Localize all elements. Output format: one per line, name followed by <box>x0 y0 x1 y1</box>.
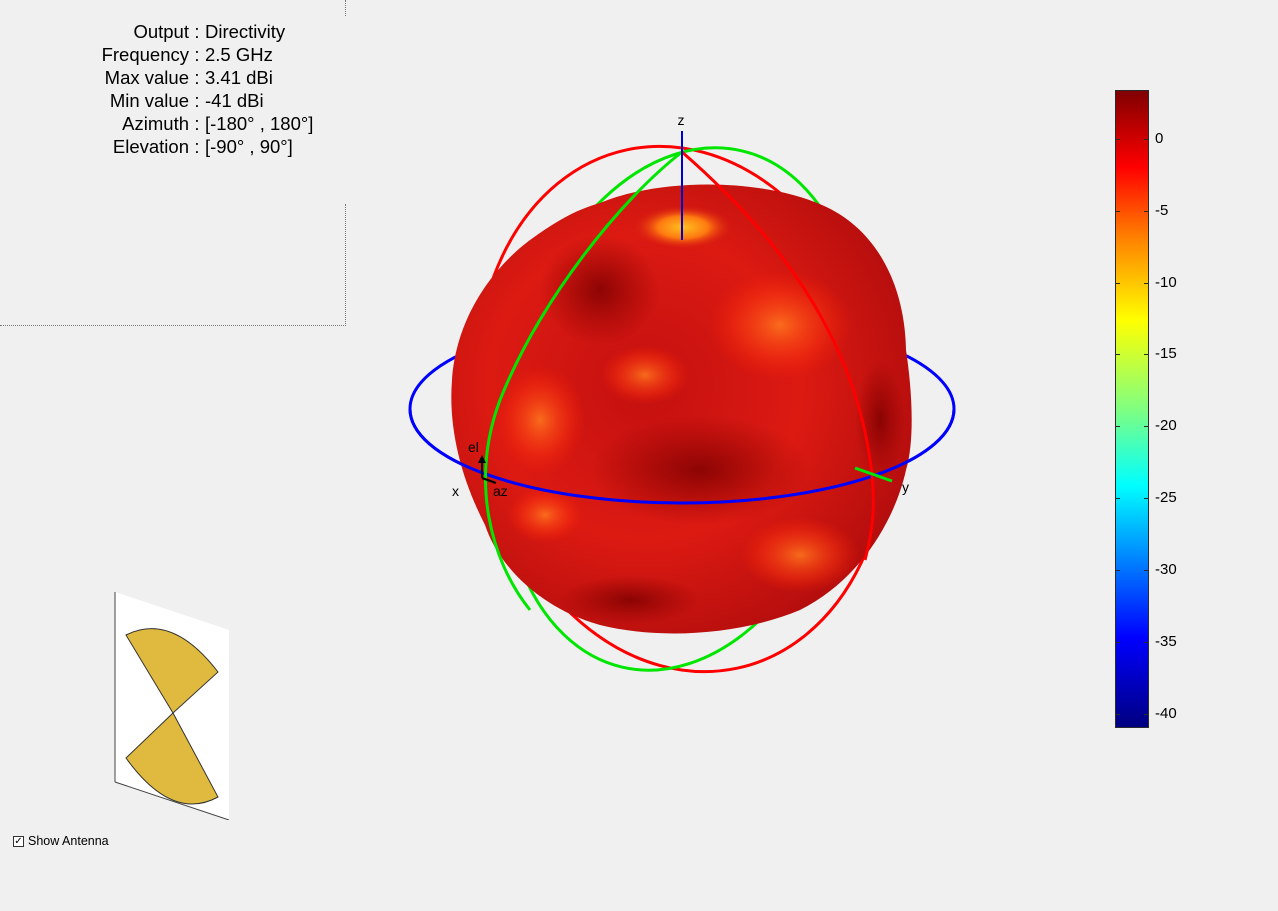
colorbar-tick-mark <box>1115 138 1120 140</box>
colorbar-tick-mark <box>1144 713 1149 715</box>
colorbar-tick-label: -10 <box>1155 273 1177 291</box>
colorbar-tick-mark <box>1115 498 1120 500</box>
colorbar-tick-mark <box>1144 641 1149 643</box>
colorbar-tick-mark <box>1115 569 1120 571</box>
radiation-lobe <box>451 184 912 634</box>
colorbar-tick-label: -30 <box>1155 560 1177 578</box>
colorbar-tick-label: -5 <box>1155 201 1169 219</box>
z-axis-label: z <box>678 112 685 128</box>
colorbar-tick-mark <box>1115 641 1120 643</box>
az-label: az <box>493 483 508 499</box>
y-axis-label: y <box>902 479 909 495</box>
colorbar-tick-mark <box>1144 498 1149 500</box>
colorbar-tick-mark <box>1115 354 1120 356</box>
show-antenna-control[interactable]: ✓ Show Antenna <box>13 834 109 849</box>
colorbar-tick-mark <box>1144 354 1149 356</box>
colorbar-tick-mark <box>1144 138 1149 140</box>
antenna-preview <box>114 592 230 820</box>
colorbar-tick-mark <box>1115 713 1120 715</box>
colorbar <box>1115 90 1149 728</box>
show-antenna-label[interactable]: Show Antenna <box>28 834 109 849</box>
colorbar-tick-label: -25 <box>1155 489 1177 507</box>
colorbar-tick-label: -15 <box>1155 345 1177 363</box>
el-label: el <box>468 439 479 455</box>
colorbar-tick-mark <box>1144 282 1149 284</box>
check-icon: ✓ <box>14 836 23 847</box>
colorbar-tick-label: -40 <box>1155 704 1177 722</box>
colorbar-tick-mark <box>1144 569 1149 571</box>
colorbar-tick-mark <box>1144 210 1149 212</box>
x-axis-label: x <box>452 483 459 499</box>
colorbar-tick-label: -20 <box>1155 417 1177 435</box>
colorbar-tick-mark <box>1115 210 1120 212</box>
colorbar-tick-label: -35 <box>1155 632 1177 650</box>
colorbar-tick-mark <box>1115 426 1120 428</box>
colorbar-tick-mark <box>1144 426 1149 428</box>
show-antenna-checkbox[interactable]: ✓ <box>13 836 24 847</box>
colorbar-tick-mark <box>1115 282 1120 284</box>
colorbar-tick-label: 0 <box>1155 129 1164 147</box>
